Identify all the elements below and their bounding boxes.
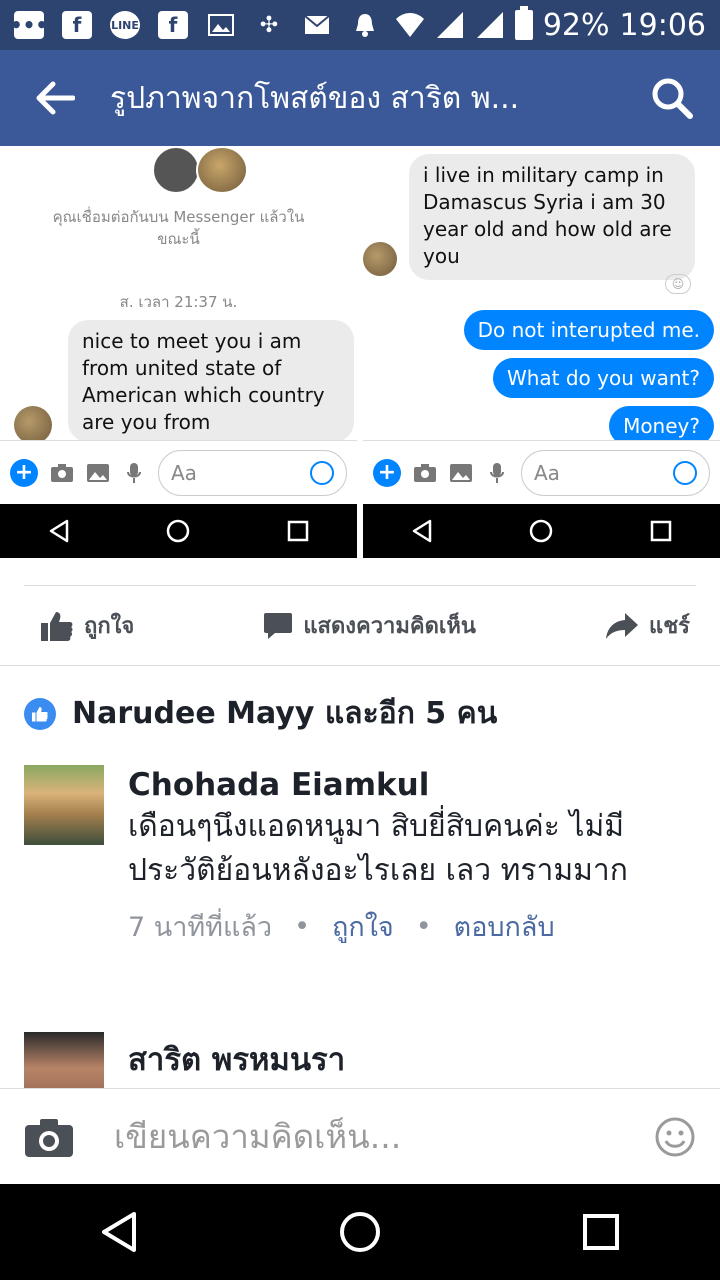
like-badge-icon bbox=[24, 697, 56, 730]
system-nav-bar bbox=[0, 1184, 720, 1280]
plus-icon: + bbox=[373, 458, 401, 487]
comment-icon bbox=[264, 612, 293, 639]
camera-icon bbox=[413, 463, 437, 483]
emoji-icon bbox=[673, 460, 697, 485]
facebook-icon: f bbox=[158, 11, 188, 39]
comment-author[interactable]: Chohada Eiamkul bbox=[128, 765, 704, 805]
back-button[interactable] bbox=[0, 50, 110, 146]
messenger-composer: + Aa bbox=[363, 440, 720, 504]
recents-square-icon[interactable] bbox=[581, 1212, 621, 1252]
home-circle-icon bbox=[530, 519, 553, 543]
input-placeholder: Aa bbox=[171, 460, 197, 485]
home-circle-icon[interactable] bbox=[338, 1210, 382, 1254]
message-bubble-out: What do you want? bbox=[492, 358, 714, 398]
signal-icon bbox=[436, 12, 463, 38]
search-button[interactable] bbox=[624, 50, 720, 146]
comment-composer: เขียนความคิดเห็น... bbox=[0, 1088, 720, 1184]
microphone-icon bbox=[122, 462, 146, 483]
status-bar: ••• f LINE f ✣ 92% 19:06 bbox=[0, 0, 720, 50]
avatar[interactable] bbox=[24, 765, 104, 845]
back-triangle-icon bbox=[412, 519, 432, 543]
message-bubble-out: Do not interupted me. bbox=[463, 310, 714, 350]
input-placeholder: Aa bbox=[534, 460, 560, 485]
battery-level: 92% bbox=[542, 7, 610, 43]
facebook-icon: f bbox=[62, 11, 92, 39]
separator-dot: • bbox=[294, 911, 311, 942]
share-button[interactable]: แชร์ bbox=[605, 608, 690, 643]
screenshot-right: i live in military camp in Damascus Syri… bbox=[363, 146, 720, 558]
message-input: Aa bbox=[521, 449, 710, 496]
camera-icon[interactable] bbox=[24, 1116, 74, 1158]
wifi-icon bbox=[395, 13, 424, 37]
plus-icon: + bbox=[10, 458, 38, 487]
search-icon bbox=[652, 78, 693, 119]
clock: 19:06 bbox=[619, 7, 706, 43]
chat-icon: ••• bbox=[9, 11, 49, 39]
pinwheel-icon: ✣ bbox=[259, 12, 279, 38]
screenshot-nav-bar bbox=[0, 504, 357, 558]
back-triangle-icon[interactable] bbox=[99, 1210, 139, 1254]
comment-label: แสดงความคิดเห็น bbox=[303, 614, 476, 639]
avatar bbox=[196, 146, 248, 194]
signal-icon bbox=[476, 12, 503, 38]
share-label: แชร์ bbox=[649, 614, 690, 639]
emoji-icon bbox=[310, 460, 334, 485]
post-actions: ถูกใจ แสดงความคิดเห็น แชร์ bbox=[0, 586, 720, 666]
emoji-icon[interactable] bbox=[654, 1116, 696, 1158]
message-bubble: i live in military camp in Damascus Syri… bbox=[409, 154, 695, 280]
comment-like-button[interactable]: ถูกใจ bbox=[332, 905, 394, 948]
connected-text: คุณเชื่อมต่อกันบน Messenger แล้วในขณะนี้ bbox=[52, 208, 305, 248]
like-label: ถูกใจ bbox=[84, 614, 135, 639]
microphone-icon bbox=[485, 462, 509, 483]
recents-square-icon bbox=[650, 520, 672, 542]
image-icon bbox=[449, 463, 473, 483]
comment-author[interactable]: สาริต พรหมนรา bbox=[128, 1032, 704, 1080]
separator-dot: • bbox=[415, 911, 432, 942]
messenger-composer: + Aa bbox=[0, 440, 357, 504]
comment-reply-button[interactable]: ตอบกลับ bbox=[454, 905, 555, 948]
likes-text: Narudee Mayy และอีก 5 คน bbox=[72, 696, 498, 731]
message-input: Aa bbox=[158, 449, 347, 496]
comment-text: เดือนๆนึงแอดหนูมา สิบยี่สิบคนค่ะ ไม่มีปร… bbox=[128, 809, 628, 888]
image-icon bbox=[86, 463, 110, 483]
likes-summary[interactable]: Narudee Mayy และอีก 5 คน bbox=[24, 690, 497, 737]
comment-input[interactable]: เขียนความคิดเห็น... bbox=[74, 1110, 654, 1163]
comment-item: Chohada Eiamkul เดือนๆนึงแอดหนูมา สิบยี่… bbox=[24, 765, 704, 948]
line-icon: LINE bbox=[110, 11, 140, 39]
comment-item: สาริต พรหมนรา bbox=[24, 1032, 704, 1088]
like-button[interactable]: ถูกใจ bbox=[40, 608, 134, 643]
page-title: รูปภาพจากโพสต์ของ สาริต พ... bbox=[110, 80, 520, 116]
avatar bbox=[363, 242, 397, 276]
comment-button[interactable]: แสดงความคิดเห็น bbox=[263, 608, 476, 643]
screenshot-left: คุณเชื่อมต่อกันบน Messenger แล้วในขณะนี้… bbox=[0, 146, 357, 558]
avatar bbox=[152, 146, 200, 194]
camera-icon bbox=[50, 463, 74, 483]
post-photo[interactable]: คุณเชื่อมต่อกันบน Messenger แล้วในขณะนี้… bbox=[0, 146, 720, 558]
home-circle-icon bbox=[167, 519, 190, 543]
app-bar: รูปภาพจากโพสต์ของ สาริต พ... bbox=[0, 50, 720, 146]
mail-icon bbox=[302, 10, 332, 40]
message-bubble: nice to meet you i am from united state … bbox=[68, 320, 354, 442]
thumbs-up-icon bbox=[41, 611, 73, 641]
arrow-left-icon bbox=[36, 81, 75, 115]
back-triangle-icon bbox=[49, 519, 69, 543]
react-icon: ☺ bbox=[665, 274, 691, 294]
chat-timestamp: ส. เวลา 21:37 น. bbox=[119, 293, 238, 311]
bell-icon bbox=[350, 10, 380, 40]
screenshot-nav-bar bbox=[363, 504, 720, 558]
battery-icon bbox=[514, 6, 533, 40]
image-icon bbox=[206, 10, 236, 40]
comment-time: 7 นาทีที่แล้ว bbox=[128, 912, 273, 943]
share-arrow-icon bbox=[606, 612, 639, 639]
avatar[interactable] bbox=[24, 1032, 104, 1088]
recents-square-icon bbox=[287, 520, 309, 542]
avatar bbox=[14, 406, 52, 444]
